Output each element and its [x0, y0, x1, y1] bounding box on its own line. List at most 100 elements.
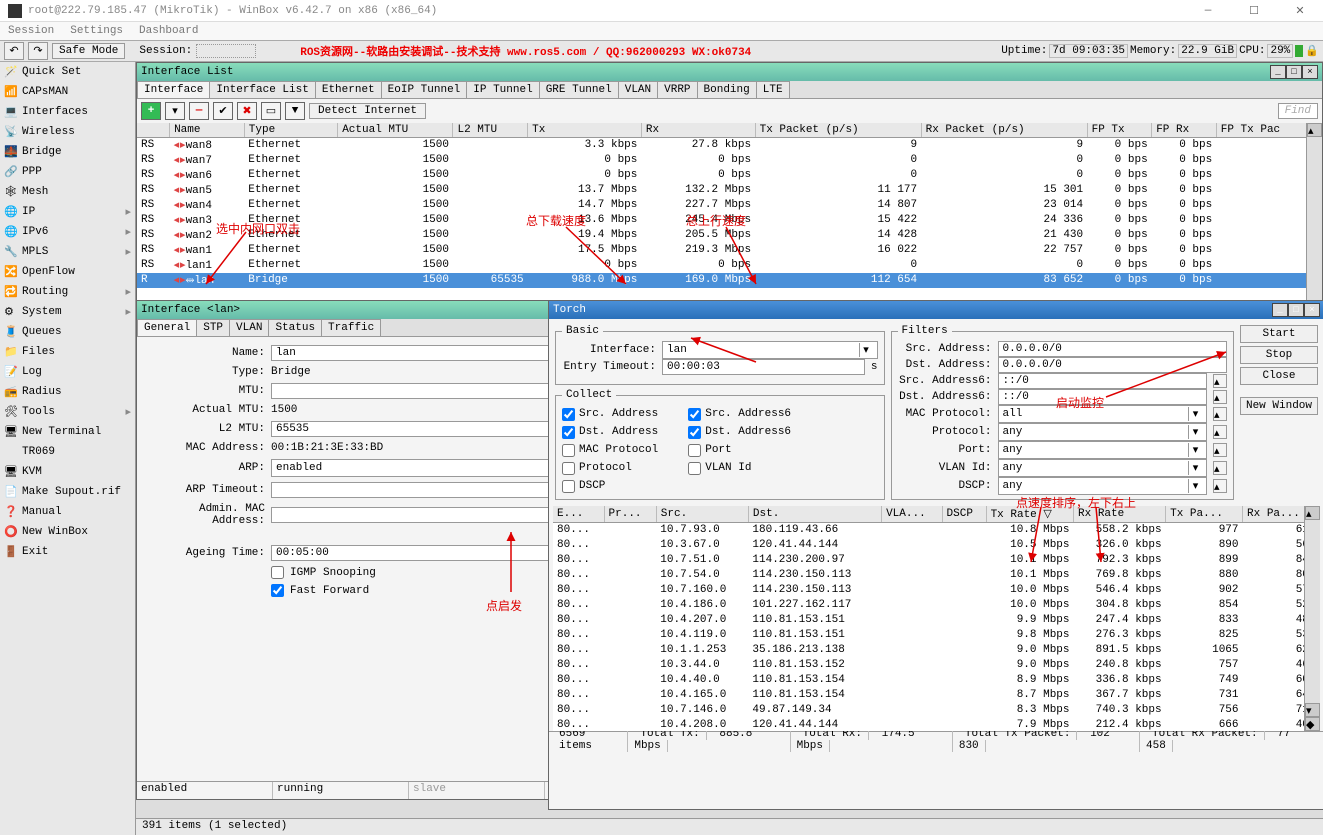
- cb-vlan-id[interactable]: [688, 462, 701, 475]
- admin-mac-input[interactable]: [271, 507, 587, 523]
- sidebar-item-make-supout-rif[interactable]: 📄Make Supout.rif: [0, 482, 135, 502]
- sidebar-item-ipv6[interactable]: 🌐IPv6▸: [0, 222, 135, 242]
- table-row[interactable]: RSwan3Ethernet150013.6 Mbps245.4 Mbps15 …: [137, 213, 1322, 228]
- menu-session[interactable]: Session: [8, 25, 54, 37]
- table-row[interactable]: R⥈lanBridge150065535988.0 Mbps169.0 Mbps…: [137, 273, 1322, 288]
- torch-close-button[interactable]: Close: [1240, 367, 1318, 385]
- interface-table[interactable]: NameTypeActual MTUL2 MTUTxRxTx Packet (p…: [137, 123, 1322, 288]
- sidebar-item-exit[interactable]: 🚪Exit: [0, 542, 135, 562]
- undo-button[interactable]: ↶: [4, 42, 24, 60]
- torch-timeout-input[interactable]: [662, 359, 865, 375]
- cb-protocol[interactable]: [562, 462, 575, 475]
- torch-column-header[interactable]: Pr...: [604, 506, 656, 523]
- torch-row[interactable]: 80...10.4.207.0110.81.153.1519.9 Mbps247…: [553, 613, 1320, 628]
- torch-column-header[interactable]: Rx Rate: [1074, 506, 1166, 523]
- sidebar-item-new-winbox[interactable]: ⭕New WinBox: [0, 522, 135, 542]
- srca6-expand-icon[interactable]: ▴: [1213, 374, 1227, 388]
- cb-src-address6[interactable]: [688, 408, 701, 421]
- sidebar-item-new-terminal[interactable]: 🖥New Terminal: [0, 422, 135, 442]
- redo-button[interactable]: ↷: [28, 42, 48, 60]
- dlg-tab-stp[interactable]: STP: [196, 319, 230, 336]
- column-header[interactable]: Actual MTU: [338, 123, 453, 138]
- column-header[interactable]: Rx: [641, 123, 755, 138]
- torch-row[interactable]: 80...10.1.1.25335.186.213.1389.0 Mbps891…: [553, 643, 1320, 658]
- arp-combo[interactable]: enabled▾: [271, 459, 587, 477]
- dscp-combo[interactable]: any▾: [998, 477, 1208, 495]
- dst-address-input[interactable]: [998, 357, 1228, 373]
- sidebar-item-interfaces[interactable]: 💻Interfaces: [0, 102, 135, 122]
- fast-forward-checkbox[interactable]: [271, 584, 284, 597]
- column-header[interactable]: Rx Packet (p/s): [921, 123, 1087, 138]
- tab-gre-tunnel[interactable]: GRE Tunnel: [539, 81, 619, 98]
- disable-button[interactable]: ✖: [237, 102, 257, 120]
- table-row[interactable]: RSwan7Ethernet15000 bps0 bps000 bps0 bps: [137, 153, 1322, 168]
- torch-column-header[interactable]: Src.: [656, 506, 748, 523]
- max-icon[interactable]: □: [1286, 65, 1302, 79]
- column-header[interactable]: FP Rx: [1152, 123, 1217, 138]
- tab-vlan[interactable]: VLAN: [618, 81, 658, 98]
- mtu-input[interactable]: [271, 383, 587, 399]
- column-header[interactable]: Name: [170, 123, 245, 138]
- close-button[interactable]: ✕: [1277, 0, 1323, 22]
- torch-row[interactable]: 80...10.7.146.049.87.149.348.3 Mbps740.3…: [553, 703, 1320, 718]
- tab-ethernet[interactable]: Ethernet: [315, 81, 382, 98]
- sidebar-item-tr069[interactable]: TR069: [0, 442, 135, 462]
- add-button[interactable]: +: [141, 102, 161, 120]
- column-header[interactable]: Tx Packet (p/s): [755, 123, 921, 138]
- dsta6-expand-icon[interactable]: ▴: [1213, 390, 1227, 404]
- tab-eoip-tunnel[interactable]: EoIP Tunnel: [381, 81, 468, 98]
- torch-column-header[interactable]: Tx Pa...: [1166, 506, 1243, 523]
- table-row[interactable]: RSwan1Ethernet150017.5 Mbps219.3 Mbps16 …: [137, 243, 1322, 258]
- torch-row[interactable]: 80...10.3.44.0110.81.153.1529.0 Mbps240.…: [553, 658, 1320, 673]
- filter-button[interactable]: ▼: [285, 102, 305, 120]
- table-row[interactable]: RSwan6Ethernet15000 bps0 bps000 bps0 bps: [137, 168, 1322, 183]
- sidebar-item-routing[interactable]: 🔁Routing▸: [0, 282, 135, 302]
- column-header[interactable]: Type: [244, 123, 337, 138]
- dscp-expand-icon[interactable]: ▴: [1213, 479, 1227, 493]
- sidebar-item-manual[interactable]: ❓Manual: [0, 502, 135, 522]
- port-expand-icon[interactable]: ▴: [1213, 443, 1227, 457]
- table-row[interactable]: RSlan1Ethernet15000 bps0 bps000 bps0 bps: [137, 258, 1322, 273]
- torch-column-header[interactable]: Tx Rate ▽: [986, 506, 1073, 523]
- torch-row[interactable]: 80...10.4.40.0110.81.153.1548.9 Mbps336.…: [553, 673, 1320, 688]
- torch-column-header[interactable]: Dst.: [748, 506, 881, 523]
- torch-row[interactable]: 80...10.4.119.0110.81.153.1519.8 Mbps276…: [553, 628, 1320, 643]
- table-row[interactable]: RSwan5Ethernet150013.7 Mbps132.2 Mbps11 …: [137, 183, 1322, 198]
- tab-vrrp[interactable]: VRRP: [657, 81, 697, 98]
- torch-iface-combo[interactable]: lan▾: [662, 341, 878, 359]
- sidebar-item-openflow[interactable]: 🔀OpenFlow: [0, 262, 135, 282]
- sidebar-item-radius[interactable]: 📻Radius: [0, 382, 135, 402]
- torch-new-window-button[interactable]: New Window: [1240, 397, 1318, 415]
- tab-lte[interactable]: LTE: [756, 81, 790, 98]
- torch-row[interactable]: 80...10.3.67.0120.41.44.14410.5 Mbps326.…: [553, 538, 1320, 553]
- torch-min-icon[interactable]: _: [1272, 303, 1288, 317]
- dlg-tab-traffic[interactable]: Traffic: [321, 319, 381, 336]
- table-row[interactable]: RSwan2Ethernet150019.4 Mbps205.5 Mbps14 …: [137, 228, 1322, 243]
- dlg-tab-vlan[interactable]: VLAN: [229, 319, 269, 336]
- column-header[interactable]: [137, 123, 170, 138]
- vlan-expand-icon[interactable]: ▴: [1213, 461, 1227, 475]
- torch-row[interactable]: 80...10.4.165.0110.81.153.1548.7 Mbps367…: [553, 688, 1320, 703]
- vlan-id-combo[interactable]: any▾: [998, 459, 1208, 477]
- sidebar-item-wireless[interactable]: 📡Wireless: [0, 122, 135, 142]
- torch-start-button[interactable]: Start: [1240, 325, 1318, 343]
- src-address6-input[interactable]: [998, 373, 1208, 389]
- sidebar-item-capsman[interactable]: 📶CAPsMAN: [0, 82, 135, 102]
- remove-button[interactable]: —: [189, 102, 209, 120]
- tab-bonding[interactable]: Bonding: [697, 81, 757, 98]
- torch-row[interactable]: 80...10.4.208.0120.41.44.1447.9 Mbps212.…: [553, 718, 1320, 732]
- cb-dst-address6[interactable]: [688, 426, 701, 439]
- tab-interface-list[interactable]: Interface List: [209, 81, 315, 98]
- min-icon[interactable]: _: [1270, 65, 1286, 79]
- table-row[interactable]: RSwan8Ethernet15003.3 kbps27.8 kbps990 b…: [137, 138, 1322, 153]
- sidebar-item-mesh[interactable]: 🕸Mesh: [0, 182, 135, 202]
- torch-column-header[interactable]: VLA...: [882, 506, 942, 523]
- sidebar-item-mpls[interactable]: 🔧MPLS▸: [0, 242, 135, 262]
- macp-expand-icon[interactable]: ▴: [1213, 407, 1227, 421]
- cb-dst-address[interactable]: [562, 426, 575, 439]
- torch-max-icon[interactable]: □: [1288, 303, 1304, 317]
- sidebar-item-quick-set[interactable]: 🪄Quick Set: [0, 62, 135, 82]
- proto-expand-icon[interactable]: ▴: [1213, 425, 1227, 439]
- torch-row[interactable]: 80...10.4.186.0101.227.162.11710.0 Mbps3…: [553, 598, 1320, 613]
- interface-list-titlebar[interactable]: Interface List _□×: [137, 63, 1322, 81]
